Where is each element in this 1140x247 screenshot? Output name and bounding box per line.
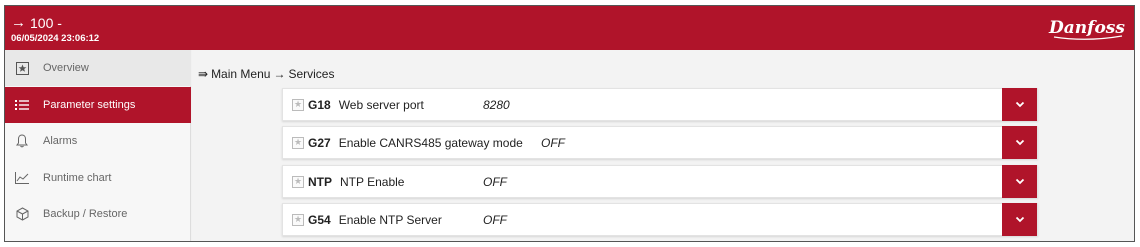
sidebar-item-backup-restore[interactable]: Backup / Restore (5, 196, 191, 232)
sidebar-item-alarms[interactable]: Alarms (5, 123, 191, 159)
parameter-value: 8280 (483, 97, 510, 112)
arrow-right-icon: → (11, 14, 26, 31)
breadcrumb-main-menu[interactable]: Main Menu (211, 67, 270, 81)
main-content: ⇛ Main Menu → Services ★ G18 Web server … (192, 50, 1134, 241)
parameter-code: G18 (308, 97, 331, 112)
sidebar-item-runtime-chart[interactable]: Runtime chart (5, 160, 191, 196)
menu-arrow-icon: ⇛ (198, 67, 209, 81)
expand-button[interactable] (1002, 126, 1037, 159)
parameter-value: OFF (483, 212, 507, 227)
chevron-down-icon (1015, 101, 1024, 108)
favorite-star-icon[interactable]: ★ (292, 175, 304, 188)
favorite-star-icon[interactable]: ★ (292, 98, 304, 111)
sidebar-item-label: Backup / Restore (43, 208, 128, 220)
app-header: → 100 - 06/05/2024 23:06:12 Danfoss (5, 6, 1134, 50)
parameter-value: OFF (483, 174, 507, 189)
parameter-code: NTP (308, 174, 332, 189)
cube-icon (15, 207, 29, 221)
sidebar-item-overview[interactable]: Overview (5, 50, 191, 86)
sidebar-item-parameter-settings[interactable]: Parameter settings (5, 87, 191, 123)
sidebar-item-label: Runtime chart (43, 172, 112, 184)
parameter-row-g18[interactable]: ★ G18 Web server port 8280 (282, 88, 1038, 121)
device-title[interactable]: → 100 - (11, 14, 62, 31)
parameter-name: Enable NTP Server (338, 212, 442, 227)
parameter-row-g27[interactable]: ★ G27 Enable CANRS485 gateway mode OFF (282, 126, 1038, 159)
breadcrumb: ⇛ Main Menu → Services (198, 67, 334, 81)
chevron-down-icon (1015, 216, 1024, 223)
danfoss-logo: Danfoss (1048, 18, 1125, 40)
sidebar-item-label: Overview (43, 62, 89, 74)
app-window: → 100 - 06/05/2024 23:06:12 Danfoss Over… (4, 5, 1135, 242)
chevron-down-icon (1015, 139, 1024, 146)
list-icon (15, 98, 29, 112)
breadcrumb-separator-icon: → (273, 67, 286, 81)
parameter-code: G27 (308, 135, 331, 150)
favorite-star-icon[interactable]: ★ (292, 213, 304, 226)
bell-icon (15, 134, 29, 148)
device-title-label: 100 - (30, 14, 62, 31)
parameter-value: OFF (541, 135, 565, 150)
sidebar: Overview Parameter settings Alarms Runti… (5, 50, 191, 241)
star-box-icon (15, 61, 29, 75)
parameter-row-ntp[interactable]: ★ NTP NTP Enable OFF (282, 165, 1038, 198)
sidebar-item-label: Parameter settings (43, 99, 136, 111)
expand-button[interactable] (1002, 88, 1037, 121)
device-datetime: 06/05/2024 23:06:12 (11, 33, 100, 44)
sidebar-item-label: Alarms (43, 135, 78, 147)
expand-button[interactable] (1002, 203, 1037, 236)
parameter-name: NTP Enable (340, 174, 405, 189)
chart-line-icon (15, 171, 29, 185)
parameter-code: G54 (308, 212, 331, 227)
favorite-star-icon[interactable]: ★ (292, 136, 304, 149)
svg-text:Danfoss: Danfoss (1048, 18, 1125, 38)
breadcrumb-current: Services (288, 67, 335, 81)
expand-button[interactable] (1002, 165, 1037, 198)
parameter-row-g54[interactable]: ★ G54 Enable NTP Server OFF (282, 203, 1038, 236)
chevron-down-icon (1015, 178, 1024, 185)
parameter-name: Enable CANRS485 gateway mode (338, 135, 523, 150)
parameter-name: Web server port (338, 97, 424, 112)
